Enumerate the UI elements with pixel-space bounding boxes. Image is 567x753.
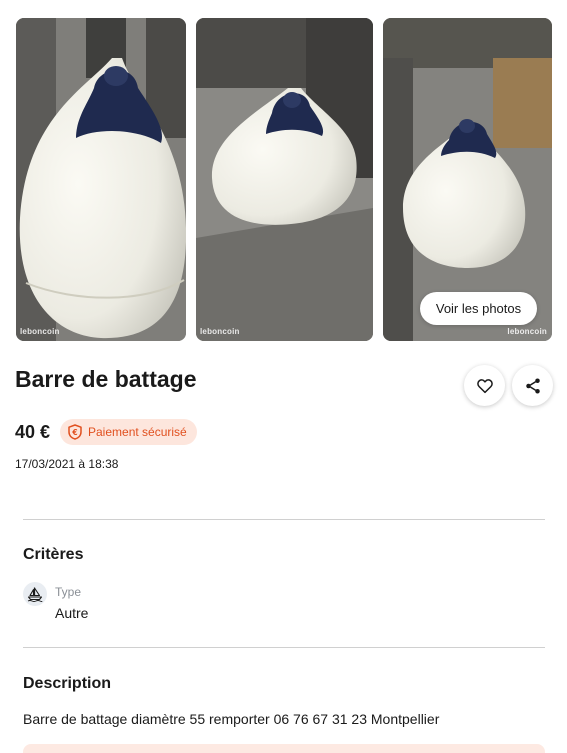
description-text: Barre de battage diamètre 55 remporter 0… [23, 711, 440, 727]
criteria-value: Autre [55, 605, 89, 621]
listing-page: leboncoin leboncoin Voir les photos lebo… [0, 0, 567, 753]
listing-photo-1[interactable]: leboncoin [16, 18, 186, 341]
watermark: leboncoin [507, 327, 547, 336]
share-button[interactable] [512, 365, 553, 406]
svg-text:€: € [71, 428, 77, 437]
fender-photo-image [16, 18, 186, 341]
watermark: leboncoin [20, 327, 60, 336]
description-heading: Description [23, 675, 112, 692]
listing-title: Barre de battage [15, 366, 197, 392]
secure-payment-badge[interactable]: € Paiement sécurisé [60, 419, 197, 445]
boat-icon [23, 582, 47, 606]
info-banner [23, 744, 545, 753]
listing-photo-2[interactable]: leboncoin [196, 18, 373, 341]
criteria-key: Type [55, 585, 82, 599]
favorite-button[interactable] [464, 365, 505, 406]
heart-icon [476, 378, 493, 393]
criteria-heading: Critères [23, 546, 84, 563]
listing-photo-3[interactable]: Voir les photos leboncoin [383, 18, 552, 341]
divider [23, 519, 545, 520]
see-photos-button[interactable]: Voir les photos [420, 292, 537, 325]
watermark: leboncoin [200, 327, 240, 336]
shield-euro-icon: € [68, 424, 82, 440]
listing-price: 40 € [15, 422, 51, 442]
divider [23, 647, 545, 648]
photo-gallery: leboncoin leboncoin Voir les photos lebo… [16, 18, 552, 341]
secure-payment-label: Paiement sécurisé [88, 425, 187, 439]
share-icon [525, 378, 540, 393]
posted-date: 17/03/2021 à 18:38 [15, 457, 119, 471]
fender-photo-image [196, 18, 373, 341]
